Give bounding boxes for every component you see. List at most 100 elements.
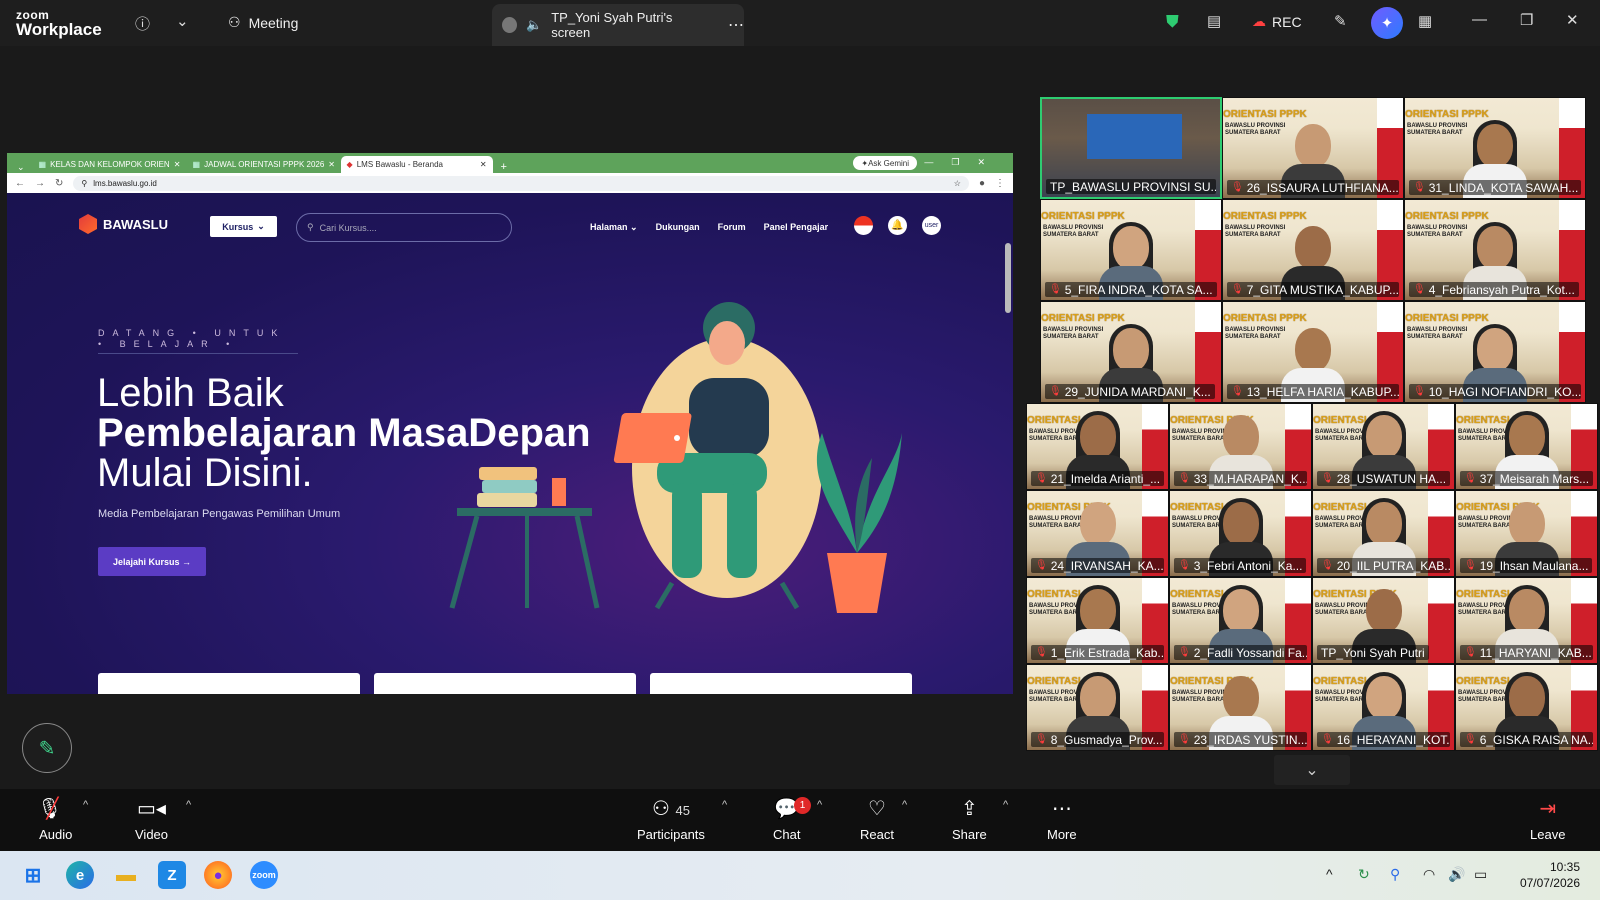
- video-tile[interactable]: ORIENTASI PPPK BAWASLU PROVINSI SUMATERA …: [1222, 199, 1404, 301]
- video-tile[interactable]: ORIENTASI PPPK BAWASLU PROVINSI SUMATERA …: [1312, 403, 1455, 490]
- video-tile[interactable]: ORIENTASI PPPK BAWASLU PROVINSI SUMATERA …: [1026, 403, 1169, 490]
- video-tile[interactable]: ORIENTASI PPPK BAWASLU PROVINSI SUMATERA …: [1222, 97, 1404, 199]
- video-tile[interactable]: ORIENTASI PPPK BAWASLU PROVINSI SUMATERA …: [1169, 577, 1312, 664]
- restore-icon[interactable]: ❐: [1520, 11, 1533, 29]
- wifi-icon[interactable]: ◠: [1423, 866, 1435, 883]
- profile-icon[interactable]: ●: [979, 178, 985, 189]
- react-button[interactable]: ♡ React: [860, 797, 894, 842]
- minimize-icon[interactable]: —: [1472, 11, 1487, 28]
- new-tab-icon[interactable]: +: [495, 161, 513, 173]
- video-options-caret[interactable]: ^: [186, 799, 191, 811]
- video-tile[interactable]: ORIENTASI PPPK BAWASLU PROVINSI SUMATERA …: [1312, 664, 1455, 751]
- course-card-1[interactable]: [98, 673, 360, 694]
- bawaslu-logo[interactable]: BAWASLU: [79, 214, 168, 234]
- video-tile[interactable]: ORIENTASI PPPK BAWASLU PROVINSI SUMATERA …: [1312, 490, 1455, 577]
- close-tab-icon[interactable]: ✕: [328, 160, 335, 169]
- share-options-caret[interactable]: ^: [1003, 799, 1008, 811]
- video-tile[interactable]: ORIENTASI PPPK BAWASLU PROVINSI SUMATERA …: [1169, 490, 1312, 577]
- video-tile[interactable]: ORIENTASI PPPK BAWASLU PROVINSI SUMATERA …: [1312, 577, 1455, 664]
- nav-halaman[interactable]: Halaman ⌄: [590, 222, 638, 233]
- bookmark-star-icon[interactable]: ☆: [954, 179, 961, 188]
- annotation-pencil-button[interactable]: ✎: [22, 723, 72, 773]
- video-tile[interactable]: ORIENTASI PPPK BAWASLU PROVINSI SUMATERA …: [1222, 301, 1404, 403]
- video-tile[interactable]: ORIENTASI PPPK BAWASLU PROVINSI SUMATERA …: [1040, 199, 1222, 301]
- video-tile[interactable]: ORIENTASI PPPK BAWASLU PROVINSI SUMATERA …: [1169, 664, 1312, 751]
- nav-dukungan[interactable]: Dukungan: [656, 222, 700, 233]
- tab-list-icon[interactable]: ⌄: [11, 162, 31, 173]
- meeting-menu[interactable]: ⚇ Meeting: [228, 14, 298, 31]
- video-tile[interactable]: ORIENTASI PPPK BAWASLU PROVINSI SUMATERA …: [1455, 490, 1598, 577]
- video-button[interactable]: ▭◂ Video: [135, 797, 168, 842]
- video-tile[interactable]: ORIENTASI PPPK BAWASLU PROVINSI SUMATERA …: [1026, 664, 1169, 751]
- windows-start-icon[interactable]: ⊞: [19, 861, 47, 889]
- volume-icon[interactable]: 🔊: [1448, 866, 1465, 883]
- video-tile[interactable]: ORIENTASI PPPK BAWASLU PROVINSI SUMATERA …: [1026, 577, 1169, 664]
- sync-icon[interactable]: ↻: [1358, 866, 1370, 883]
- browser-menu-icon[interactable]: ⋮: [995, 178, 1005, 189]
- video-tile[interactable]: ORIENTASI PPPK BAWASLU PROVINSI SUMATERA …: [1404, 301, 1586, 403]
- audio-options-caret[interactable]: ^: [83, 799, 88, 811]
- participants-options-caret[interactable]: ^: [722, 799, 727, 811]
- forward-icon[interactable]: →: [35, 178, 45, 189]
- notes-icon[interactable]: ▤: [1207, 12, 1221, 30]
- share-button[interactable]: ⇪ Share: [952, 797, 987, 842]
- gallery-scroll-down-button[interactable]: ⌄: [1274, 755, 1350, 785]
- video-tile[interactable]: ORIENTASI PPPK BAWASLU PROVINSI SUMATERA …: [1404, 199, 1586, 301]
- site-info-icon[interactable]: ⚲: [81, 179, 87, 188]
- notification-bell-icon[interactable]: 🔔: [888, 216, 907, 235]
- back-icon[interactable]: ←: [15, 178, 25, 189]
- taskbar-clock[interactable]: 10:35 07/07/2026: [1520, 859, 1580, 891]
- video-tile[interactable]: ORIENTASI PPPK BAWASLU PROVINSI SUMATERA …: [1455, 403, 1598, 490]
- close-tab-icon[interactable]: ✕: [480, 160, 487, 169]
- more-button[interactable]: ⋯ More: [1047, 797, 1077, 842]
- chevron-down-icon[interactable]: ⌄: [176, 12, 189, 30]
- nav-forum[interactable]: Forum: [718, 222, 746, 233]
- course-card-2[interactable]: [374, 673, 636, 694]
- language-flag-icon[interactable]: [854, 216, 873, 235]
- view-layout-icon[interactable]: ▦: [1418, 12, 1432, 30]
- page-scrollbar[interactable]: [1005, 243, 1011, 313]
- network-status-icon[interactable]: ⚲: [1390, 866, 1400, 883]
- shield-icon[interactable]: ⛊: [1166, 12, 1179, 32]
- record-button[interactable]: ☁ REC: [1252, 13, 1302, 30]
- browser-tab-2[interactable]: ▦ JADWAL ORIENTASI PPPK 2026 ✕: [187, 156, 339, 173]
- participants-button[interactable]: ⚇ 45 Participants: [637, 797, 705, 842]
- course-card-3[interactable]: [650, 673, 912, 694]
- info-icon[interactable]: ⓘ: [135, 13, 150, 34]
- leave-button[interactable]: ⇥ Leave: [1530, 797, 1565, 842]
- video-tile[interactable]: TP_BAWASLU PROVINSI SU...: [1040, 97, 1222, 199]
- annotate-icon[interactable]: ✎: [1334, 12, 1347, 30]
- video-tile[interactable]: ORIENTASI PPPK BAWASLU PROVINSI SUMATERA …: [1040, 301, 1222, 403]
- edge-browser-icon[interactable]: e: [66, 861, 94, 889]
- url-input[interactable]: ⚲ lms.bawaslu.go.id ☆: [73, 175, 969, 191]
- browser-tab-1[interactable]: ▦ KELAS DAN KELOMPOK ORIEN ✕: [33, 156, 185, 173]
- video-tile[interactable]: ORIENTASI PPPK BAWASLU PROVINSI SUMATERA …: [1169, 403, 1312, 490]
- more-options-icon[interactable]: ⋯: [728, 15, 744, 35]
- video-tile[interactable]: ORIENTASI PPPK BAWASLU PROVINSI SUMATERA …: [1026, 490, 1169, 577]
- close-icon[interactable]: ✕: [1566, 11, 1579, 29]
- ai-companion-icon[interactable]: ✦: [1371, 7, 1403, 39]
- tray-overflow-icon[interactable]: ^: [1326, 866, 1333, 882]
- video-tile[interactable]: ORIENTASI PPPK BAWASLU PROVINSI SUMATERA …: [1455, 577, 1598, 664]
- nav-panel-pengajar[interactable]: Panel Pengajar: [764, 222, 829, 233]
- zoom-taskbar-icon[interactable]: zoom: [250, 861, 278, 889]
- screen-share-tab[interactable]: 🔈 TP_Yoni Syah Putri's screen ⋯: [492, 4, 744, 46]
- react-options-caret[interactable]: ^: [902, 799, 907, 811]
- kursus-dropdown-button[interactable]: Kursus ⌄: [210, 216, 277, 237]
- audio-button[interactable]: 🎙╱ Audio: [37, 797, 74, 842]
- user-avatar[interactable]: user: [922, 216, 941, 235]
- firefox-icon[interactable]: ●: [204, 861, 232, 889]
- speaker-icon[interactable]: 🔈: [526, 17, 542, 33]
- file-explorer-icon[interactable]: ▬: [112, 861, 140, 889]
- browser-tab-3[interactable]: ◆ LMS Bawaslu - Beranda ✕: [340, 156, 493, 173]
- battery-icon[interactable]: ▭: [1474, 866, 1487, 883]
- video-tile[interactable]: ORIENTASI PPPK BAWASLU PROVINSI SUMATERA …: [1404, 97, 1586, 199]
- explore-courses-button[interactable]: Jelajahi Kursus →: [98, 547, 206, 576]
- chat-options-caret[interactable]: ^: [817, 799, 822, 811]
- ask-gemini-button[interactable]: ✦ Ask Gemini: [853, 156, 917, 170]
- zalo-app-icon[interactable]: Z: [158, 861, 186, 889]
- close-tab-icon[interactable]: ✕: [174, 160, 181, 169]
- video-tile[interactable]: ORIENTASI PPPK BAWASLU PROVINSI SUMATERA …: [1455, 664, 1598, 751]
- reload-icon[interactable]: ↻: [55, 178, 63, 189]
- course-search-input[interactable]: ⚲ Cari Kursus....: [296, 213, 512, 242]
